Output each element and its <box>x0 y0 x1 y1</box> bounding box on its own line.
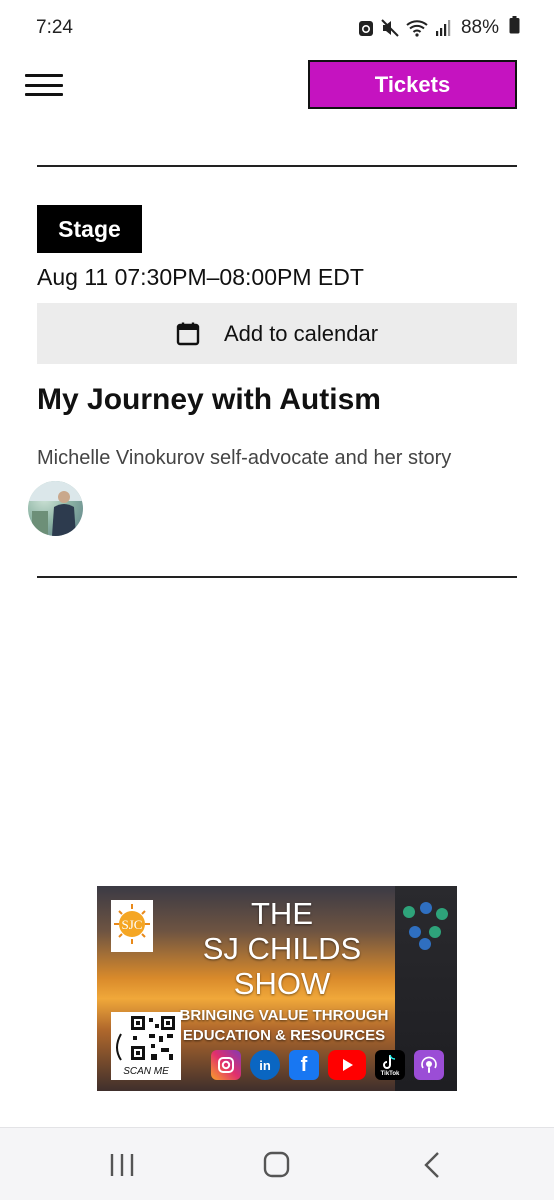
tickets-button[interactable]: Tickets <box>308 60 517 109</box>
event-description: Michelle Vinokurov self-advocate and her… <box>37 447 452 469</box>
speaker-avatar[interactable] <box>28 481 83 536</box>
status-bar: 7:24 88% <box>0 0 554 56</box>
back-icon[interactable] <box>412 1149 452 1179</box>
calendar-icon <box>176 322 200 346</box>
system-navigation-bar <box>0 1127 554 1200</box>
banner-title-line3: SHOW <box>233 966 331 1001</box>
tiktok-label: TikTok <box>380 1070 400 1077</box>
home-icon[interactable] <box>257 1149 297 1179</box>
recent-apps-icon[interactable] <box>102 1149 142 1179</box>
hamburger-menu-icon[interactable] <box>24 70 64 100</box>
instagram-icon <box>211 1050 241 1080</box>
wifi-icon <box>406 19 428 37</box>
mute-icon <box>381 19 399 37</box>
linkedin-icon: in <box>250 1050 280 1080</box>
banner-tagline-line2: EDUCATION & RESOURCES <box>182 1027 386 1044</box>
divider-bottom <box>37 576 517 578</box>
banner-title-line1: THE <box>251 896 313 931</box>
youtube-icon <box>328 1050 366 1080</box>
recycle-icon <box>358 19 374 37</box>
facebook-icon: f <box>289 1050 319 1080</box>
status-time: 7:24 <box>36 17 73 38</box>
stage-badge: Stage <box>37 205 142 253</box>
add-to-calendar-button[interactable]: Add to calendar <box>37 303 517 364</box>
banner-title-line2: SJ CHILDS <box>202 931 362 966</box>
banner-title: THE SJ CHILDS SHOW <box>167 896 397 1001</box>
battery-percentage: 88% <box>460 17 499 38</box>
scan-me-label: SCAN ME <box>123 1066 169 1077</box>
divider-top <box>37 165 517 167</box>
banner-tagline: BRINGING VALUE THROUGH EDUCATION & RESOU… <box>179 1006 389 1046</box>
social-icons-row: in f TikTok <box>211 1050 444 1080</box>
banner-tagline-line1: BRINGING VALUE THROUGH <box>179 1007 389 1024</box>
sjc-logo-text: SJC <box>122 917 143 932</box>
status-right: 88% <box>358 16 520 40</box>
event-title: My Journey with Autism <box>37 383 381 416</box>
sjc-logo: SJC <box>111 900 153 952</box>
status-icons <box>358 19 451 37</box>
sj-childs-show-banner[interactable]: SJC THE SJ CHILDS SHOW BRINGING VALUE TH… <box>97 886 457 1091</box>
battery-icon <box>509 16 520 40</box>
add-to-calendar-label: Add to calendar <box>223 320 379 346</box>
signal-icon <box>435 19 451 37</box>
event-time: Aug 11 07:30PM–08:00PM EDT <box>37 264 364 290</box>
podcast-icon <box>414 1050 444 1080</box>
tiktok-icon: TikTok <box>375 1050 405 1080</box>
